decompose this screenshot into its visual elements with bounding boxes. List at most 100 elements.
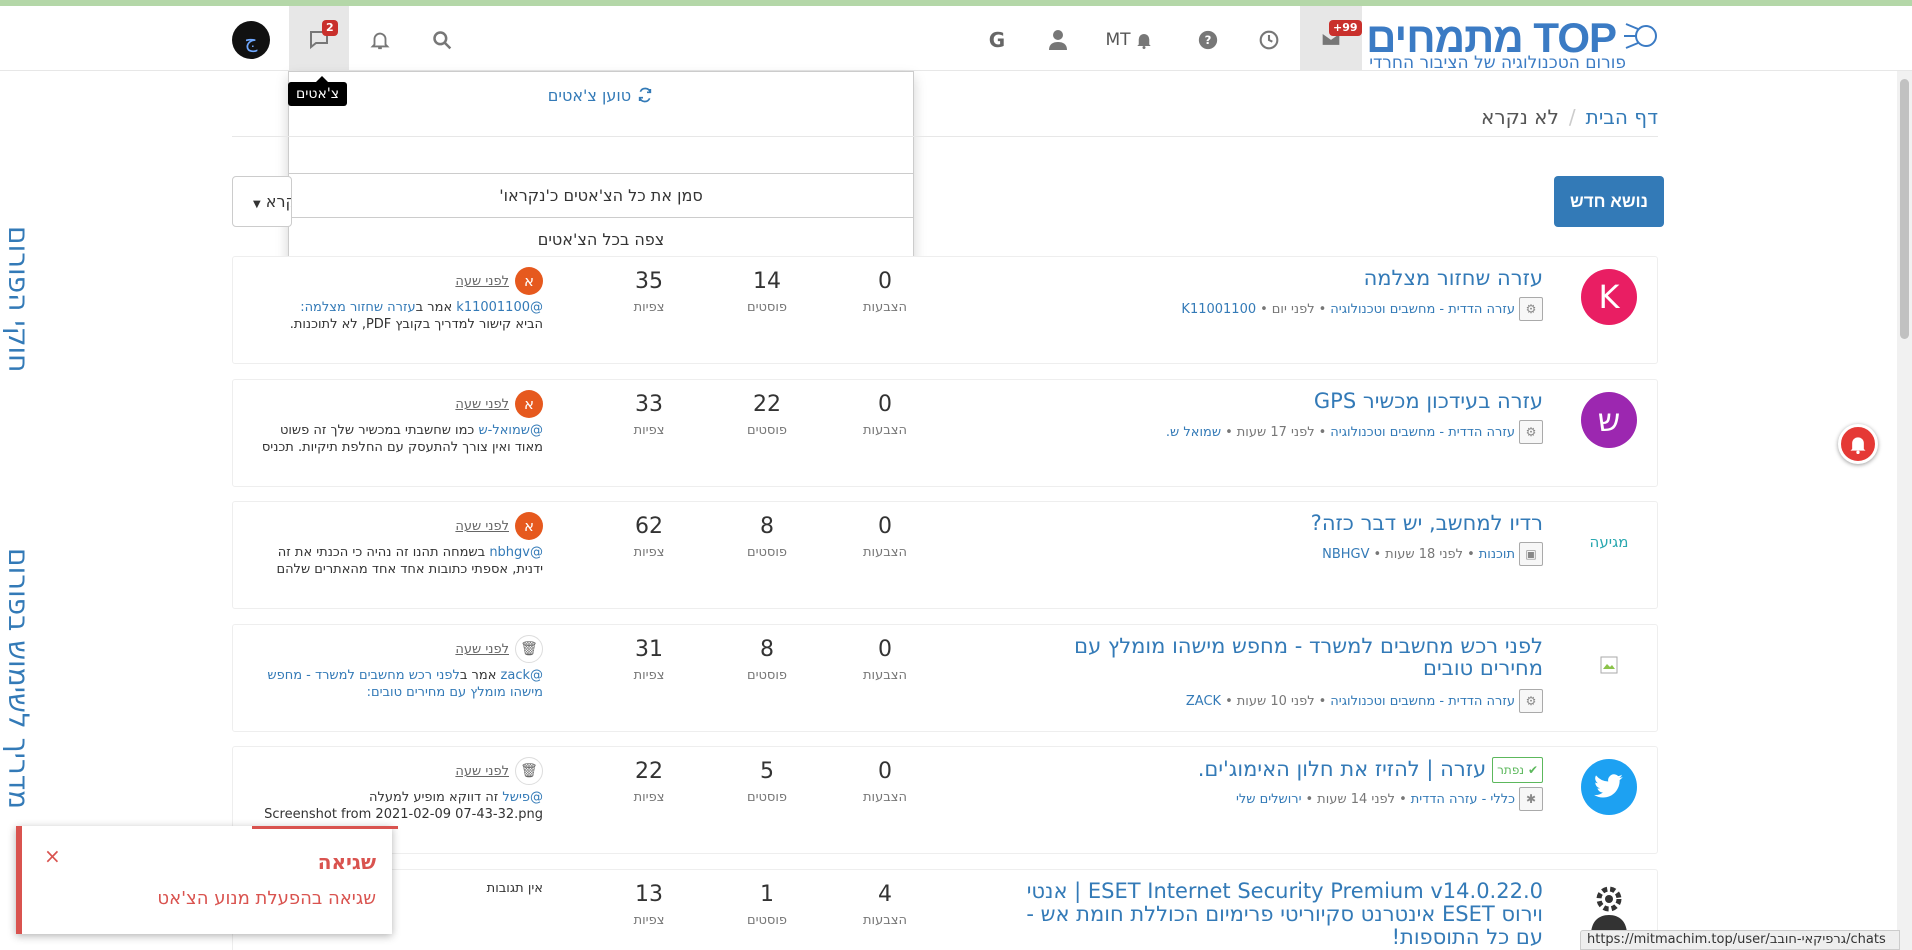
topic-title[interactable]: ESET Internet Security Premium v14.0.22.… xyxy=(1023,880,1543,949)
last-poster-mention[interactable]: @פישל xyxy=(502,790,543,805)
user-button[interactable] xyxy=(1038,20,1078,60)
last-poster-mention[interactable]: @zack xyxy=(501,668,543,683)
search-button[interactable] xyxy=(422,20,462,60)
last-post-time[interactable]: לפני שעה xyxy=(455,763,509,780)
topic-category[interactable]: עזרה הדדית - מחשבים וטכנולוגיה xyxy=(1330,302,1515,317)
topic-time: לפני 18 שעות xyxy=(1385,546,1464,562)
topic-title[interactable]: עזרה בעידכון מכשיר GPS xyxy=(1023,390,1543,412)
author-avatar-broken[interactable] xyxy=(1581,637,1637,693)
topic-row[interactable]: ESET Internet Security Premium v14.0.22.… xyxy=(232,869,1658,950)
last-poster-avatar[interactable]: א xyxy=(515,512,543,540)
last-post-excerpt: הביא קישור למדריך בקובץ PDF, לא לתוכנות. xyxy=(289,317,543,332)
chats-button[interactable]: 2 xyxy=(289,6,349,71)
last-poster-avatar[interactable]: 🗑 xyxy=(515,757,543,785)
navbar: ج 2 G MT ? +99 מתמחים TOP פורום הטכנולוג… xyxy=(0,6,1912,73)
topic-meta: ⚙ עזרה הדדית - מחשבים וטכנולוגיה • לפני … xyxy=(1023,420,1543,444)
view-all-chats[interactable]: צפה בכל הצ'אטים xyxy=(289,217,913,261)
bell-filled-icon xyxy=(1136,34,1151,49)
last-poster-mention[interactable]: @nbhgv xyxy=(489,545,543,560)
topic-title[interactable]: עזרה שחזור מצלמה xyxy=(1023,267,1543,289)
votes-stat: 0 הצבעות xyxy=(863,269,907,315)
trash-icon: 🗑 xyxy=(520,762,538,779)
last-poster-mention[interactable]: @שמואל-ש xyxy=(478,423,543,438)
topic-category[interactable]: עזרה הדדית - מחשבים וטכנולוגיה xyxy=(1330,425,1515,440)
last-poster-avatar[interactable]: א xyxy=(515,390,543,418)
mark-all-chats-read[interactable]: סמן את כל הצ'אטים כ'נקראו' xyxy=(289,173,913,217)
scrollbar-thumb[interactable] xyxy=(1900,79,1909,339)
topic-author[interactable]: K11001100 xyxy=(1181,302,1256,317)
help-button[interactable]: ? xyxy=(1188,20,1228,60)
breadcrumb: דף הבית / לא נקרא xyxy=(1481,105,1658,129)
topic-title[interactable]: עזרה | להזיז את חלון האימוג'ים. xyxy=(1198,757,1486,781)
toast-message: שגיאה בהפעלת מנוע הצ'אט xyxy=(157,888,376,909)
votes-stat: 0 הצבעות xyxy=(863,759,907,805)
last-post-time[interactable]: לפני שעה xyxy=(455,273,509,290)
author-avatar[interactable]: K xyxy=(1581,269,1637,325)
votes-stat: 0 הצבעות xyxy=(863,637,907,683)
last-poster-avatar[interactable]: 🗑 xyxy=(515,635,543,663)
topic-row[interactable]: לפני רכש מחשבים למשרד - מחפש מישהו מומלץ… xyxy=(232,624,1658,732)
twitter-bird-icon xyxy=(1594,774,1623,798)
close-icon[interactable]: × xyxy=(44,844,61,868)
last-post-time[interactable]: לפני שעה xyxy=(455,396,509,413)
toast-title: שגיאה xyxy=(317,850,376,874)
topic-meta: ⚙ עזרה הדדית - מחשבים וטכנולוגיה • לפני … xyxy=(1023,689,1543,713)
clock-icon xyxy=(1259,30,1279,50)
category-icon: ⚙ xyxy=(1519,297,1543,321)
posts-stat: 14 פוסטים xyxy=(746,269,788,315)
google-button[interactable]: G xyxy=(977,20,1017,60)
topic-author[interactable]: ZACK xyxy=(1186,694,1221,709)
topic-row[interactable]: ✔ נפתרעזרה | להזיז את חלון האימוג'ים. ✱ … xyxy=(232,746,1658,854)
last-poster-avatar[interactable]: א xyxy=(515,267,543,295)
forum-rules-link[interactable]: חוקי הפורום xyxy=(2,226,35,372)
mt-notifications-button[interactable]: MT xyxy=(1096,20,1162,60)
svg-text:?: ? xyxy=(1205,33,1212,47)
views-stat: 22 צפיות xyxy=(633,759,665,805)
last-poster-mention[interactable]: @k11001100 xyxy=(456,300,543,315)
topic-category[interactable]: עזרה הדדית - מחשבים וטכנולוגיה xyxy=(1330,694,1515,709)
filter-dropdown[interactable]: ▼ לא נקרא xyxy=(232,176,292,227)
views-stat: 13 צפיות xyxy=(633,882,665,928)
chats-badge: 2 xyxy=(322,20,338,36)
posts-stat: 22 פוסטים xyxy=(746,392,788,438)
topic-meta: ⚙ עזרה הדדית - מחשבים וטכנולוגיה • לפני … xyxy=(1023,297,1543,321)
chats-loading: טוען צ'אטים xyxy=(289,86,913,105)
topic-category[interactable]: כללי - עזרה הדדית xyxy=(1411,792,1515,807)
category-icon: ⚙ xyxy=(1519,689,1543,713)
topic-title[interactable]: לפני רכש מחשבים למשרד - מחפש מישהו מומלץ… xyxy=(1023,635,1543,679)
topic-row[interactable]: ש עזרה בעידכון מכשיר GPS ⚙ עזרה הדדית - … xyxy=(232,379,1658,487)
push-notification-button[interactable] xyxy=(1838,424,1878,464)
views-stat: 33 צפיות xyxy=(633,392,665,438)
views-stat: 35 צפיות xyxy=(633,269,665,315)
last-post: 🗑 לפני שעה @פישל זה דווקא מופיע למעלה Scr… xyxy=(255,757,543,823)
posts-stat: 8 פוסטים xyxy=(746,514,788,560)
logo-subtitle: פורום הטכנולוגיה של הציבור החרדי xyxy=(1369,53,1626,73)
site-avatar-button[interactable]: ج xyxy=(231,20,271,60)
last-post-topic-link[interactable]: עזרה שחזור מצלמה: xyxy=(300,300,415,315)
page-scrollbar[interactable] xyxy=(1897,71,1912,950)
topic-author[interactable]: NBHGV xyxy=(1322,547,1369,562)
inbox-button[interactable]: +99 xyxy=(1300,6,1362,71)
question-icon: ? xyxy=(1198,30,1218,50)
breadcrumb-home[interactable]: דף הבית xyxy=(1586,105,1658,129)
topic-category[interactable]: תוכנות xyxy=(1479,547,1515,562)
recent-button[interactable] xyxy=(1249,20,1289,60)
new-topic-button[interactable]: נושא חדש xyxy=(1554,176,1664,227)
last-post-time[interactable]: לפני שעה xyxy=(455,518,509,535)
author-avatar[interactable]: מגיעה xyxy=(1581,514,1637,570)
topic-title[interactable]: רדיו למחשב, יש דבר כזה? xyxy=(1023,512,1543,534)
trash-icon: 🗑 xyxy=(520,640,538,657)
caret-down-icon: ▼ xyxy=(253,199,261,210)
topic-author[interactable]: שמואל ש. xyxy=(1166,425,1221,440)
last-post-time[interactable]: לפני שעה xyxy=(455,641,509,658)
forum-guide-link[interactable]: מדריך לשימוש בפורום xyxy=(2,548,35,809)
inbox-badge: +99 xyxy=(1329,20,1362,36)
notifications-button[interactable] xyxy=(360,20,400,60)
author-avatar[interactable] xyxy=(1581,759,1637,815)
topic-row[interactable]: מגיעה רדיו למחשב, יש דבר כזה? ▣ תוכנות •… xyxy=(232,501,1658,609)
author-avatar[interactable]: ש xyxy=(1581,392,1637,448)
topic-row[interactable]: K עזרה שחזור מצלמה ⚙ עזרה הדדית - מחשבים… xyxy=(232,256,1658,364)
votes-stat: 0 הצבעות xyxy=(863,392,907,438)
site-logo[interactable]: מתמחים TOP פורום הטכנולוגיה של הציבור הח… xyxy=(1366,12,1660,73)
topic-author[interactable]: ירושלים שלי xyxy=(1236,792,1302,807)
